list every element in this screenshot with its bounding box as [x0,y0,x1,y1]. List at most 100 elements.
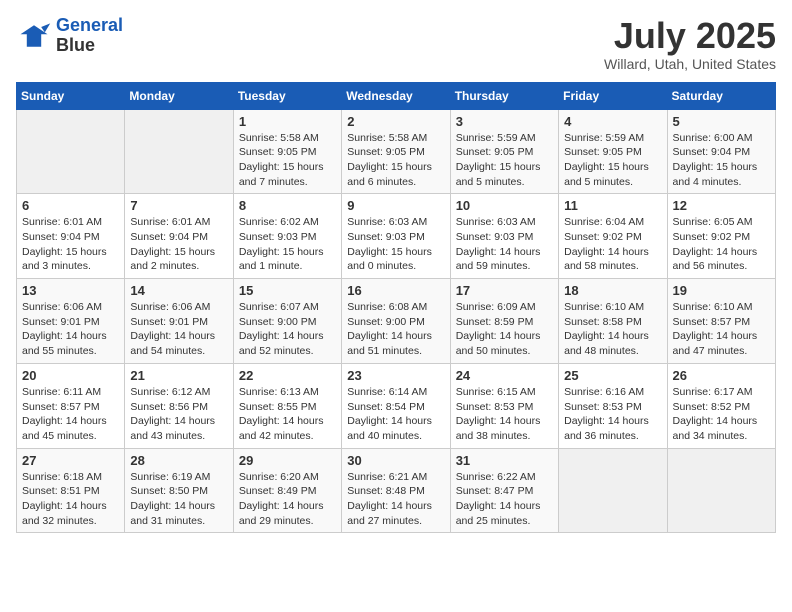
day-content: Sunrise: 6:19 AM Sunset: 8:50 PM Dayligh… [130,470,227,529]
day-number: 4 [564,114,661,129]
calendar-cell: 3Sunrise: 5:59 AM Sunset: 9:05 PM Daylig… [450,109,558,194]
day-content: Sunrise: 6:03 AM Sunset: 9:03 PM Dayligh… [456,215,553,274]
calendar-cell: 21 Sunrise: 6:12 AM Sunset: 8:56 PM Dayli… [125,363,233,448]
day-content: Sunrise: 6:07 AM Sunset: 9:00 PM Dayligh… [239,300,336,359]
day-number: 8 [239,198,336,213]
calendar-cell: 31Sunrise: 6:22 AM Sunset: 8:47 PM Dayli… [450,448,558,533]
day-number: 18 [564,283,661,298]
day-content: Sunrise: 6:10 AM Sunset: 8:57 PM Dayligh… [673,300,770,359]
day-number: 27 [22,453,119,468]
weekday-header: Thursday [450,82,558,109]
calendar-cell: 5 Sunrise: 6:00 AM Sunset: 9:04 PM Daylig… [667,109,775,194]
day-number: 3 [456,114,553,129]
calendar-cell: 24Sunrise: 6:15 AM Sunset: 8:53 PM Dayli… [450,363,558,448]
day-number: 16 [347,283,444,298]
day-number: 7 [130,198,227,213]
day-content: Sunrise: 6:06 AM Sunset: 9:01 PM Dayligh… [130,300,227,359]
day-content: Sunrise: 6:05 AM Sunset: 9:02 PM Dayligh… [673,215,770,274]
calendar-cell: 23 Sunrise: 6:14 AM Sunset: 8:54 PM Dayli… [342,363,450,448]
calendar-week-row: 27 Sunrise: 6:18 AM Sunset: 8:51 PM Dayli… [17,448,776,533]
day-number: 21 [130,368,227,383]
day-number: 22 [239,368,336,383]
day-content: Sunrise: 5:58 AM Sunset: 9:05 PM Dayligh… [347,131,444,190]
calendar-cell [559,448,667,533]
day-number: 11 [564,198,661,213]
day-number: 13 [22,283,119,298]
calendar-week-row: 13 Sunrise: 6:06 AM Sunset: 9:01 PM Dayli… [17,279,776,364]
day-number: 23 [347,368,444,383]
day-number: 9 [347,198,444,213]
calendar-cell: 13 Sunrise: 6:06 AM Sunset: 9:01 PM Dayli… [17,279,125,364]
calendar-week-row: 20 Sunrise: 6:11 AM Sunset: 8:57 PM Dayli… [17,363,776,448]
day-content: Sunrise: 6:03 AM Sunset: 9:03 PM Dayligh… [347,215,444,274]
day-content: Sunrise: 5:58 AM Sunset: 9:05 PM Dayligh… [239,131,336,190]
day-content: Sunrise: 6:06 AM Sunset: 9:01 PM Dayligh… [22,300,119,359]
calendar-cell: 22 Sunrise: 6:13 AM Sunset: 8:55 PM Dayli… [233,363,341,448]
calendar-cell: 11 Sunrise: 6:04 AM Sunset: 9:02 PM Dayli… [559,194,667,279]
weekday-header: Tuesday [233,82,341,109]
weekday-header: Wednesday [342,82,450,109]
calendar-cell: 16 Sunrise: 6:08 AM Sunset: 9:00 PM Dayli… [342,279,450,364]
calendar-cell [125,109,233,194]
calendar-cell: 8 Sunrise: 6:02 AM Sunset: 9:03 PM Daylig… [233,194,341,279]
calendar-cell: 9 Sunrise: 6:03 AM Sunset: 9:03 PM Daylig… [342,194,450,279]
day-number: 15 [239,283,336,298]
calendar-week-row: 6 Sunrise: 6:01 AM Sunset: 9:04 PM Daylig… [17,194,776,279]
day-number: 29 [239,453,336,468]
day-content: Sunrise: 6:21 AM Sunset: 8:48 PM Dayligh… [347,470,444,529]
title-block: July 2025 Willard, Utah, United States [604,16,776,72]
day-content: Sunrise: 6:11 AM Sunset: 8:57 PM Dayligh… [22,385,119,444]
calendar-cell: 30 Sunrise: 6:21 AM Sunset: 8:48 PM Dayli… [342,448,450,533]
day-content: Sunrise: 6:16 AM Sunset: 8:53 PM Dayligh… [564,385,661,444]
day-number: 6 [22,198,119,213]
day-number: 14 [130,283,227,298]
calendar-cell: 29 Sunrise: 6:20 AM Sunset: 8:49 PM Dayli… [233,448,341,533]
weekday-header-row: SundayMondayTuesdayWednesdayThursdayFrid… [17,82,776,109]
calendar-cell: 18 Sunrise: 6:10 AM Sunset: 8:58 PM Dayli… [559,279,667,364]
calendar-cell: 17Sunrise: 6:09 AM Sunset: 8:59 PM Dayli… [450,279,558,364]
day-number: 2 [347,114,444,129]
day-content: Sunrise: 6:10 AM Sunset: 8:58 PM Dayligh… [564,300,661,359]
day-content: Sunrise: 6:15 AM Sunset: 8:53 PM Dayligh… [456,385,553,444]
calendar-cell: 19Sunrise: 6:10 AM Sunset: 8:57 PM Dayli… [667,279,775,364]
day-number: 28 [130,453,227,468]
day-number: 10 [456,198,553,213]
day-number: 12 [673,198,770,213]
day-content: Sunrise: 6:01 AM Sunset: 9:04 PM Dayligh… [22,215,119,274]
month-year-title: July 2025 [604,16,776,56]
calendar-cell [667,448,775,533]
day-content: Sunrise: 6:18 AM Sunset: 8:51 PM Dayligh… [22,470,119,529]
day-content: Sunrise: 6:14 AM Sunset: 8:54 PM Dayligh… [347,385,444,444]
day-content: Sunrise: 6:12 AM Sunset: 8:56 PM Dayligh… [130,385,227,444]
day-number: 26 [673,368,770,383]
day-content: Sunrise: 6:09 AM Sunset: 8:59 PM Dayligh… [456,300,553,359]
calendar-cell: 4 Sunrise: 5:59 AM Sunset: 9:05 PM Daylig… [559,109,667,194]
day-number: 5 [673,114,770,129]
calendar-cell: 27 Sunrise: 6:18 AM Sunset: 8:51 PM Dayli… [17,448,125,533]
day-content: Sunrise: 6:00 AM Sunset: 9:04 PM Dayligh… [673,131,770,190]
calendar-cell: 26Sunrise: 6:17 AM Sunset: 8:52 PM Dayli… [667,363,775,448]
calendar-cell [17,109,125,194]
calendar-cell: 15 Sunrise: 6:07 AM Sunset: 9:00 PM Dayli… [233,279,341,364]
day-content: Sunrise: 6:01 AM Sunset: 9:04 PM Dayligh… [130,215,227,274]
calendar-cell: 2 Sunrise: 5:58 AM Sunset: 9:05 PM Daylig… [342,109,450,194]
calendar-table: SundayMondayTuesdayWednesdayThursdayFrid… [16,82,776,534]
calendar-cell: 6 Sunrise: 6:01 AM Sunset: 9:04 PM Daylig… [17,194,125,279]
calendar-cell: 1 Sunrise: 5:58 AM Sunset: 9:05 PM Daylig… [233,109,341,194]
day-number: 31 [456,453,553,468]
day-content: Sunrise: 6:04 AM Sunset: 9:02 PM Dayligh… [564,215,661,274]
weekday-header: Monday [125,82,233,109]
day-content: Sunrise: 6:20 AM Sunset: 8:49 PM Dayligh… [239,470,336,529]
weekday-header: Sunday [17,82,125,109]
day-content: Sunrise: 5:59 AM Sunset: 9:05 PM Dayligh… [564,131,661,190]
day-number: 1 [239,114,336,129]
day-content: Sunrise: 6:13 AM Sunset: 8:55 PM Dayligh… [239,385,336,444]
day-content: Sunrise: 6:08 AM Sunset: 9:00 PM Dayligh… [347,300,444,359]
calendar-week-row: 1 Sunrise: 5:58 AM Sunset: 9:05 PM Daylig… [17,109,776,194]
calendar-cell: 28 Sunrise: 6:19 AM Sunset: 8:50 PM Dayli… [125,448,233,533]
day-number: 30 [347,453,444,468]
calendar-cell: 14 Sunrise: 6:06 AM Sunset: 9:01 PM Dayli… [125,279,233,364]
day-content: Sunrise: 6:02 AM Sunset: 9:03 PM Dayligh… [239,215,336,274]
day-number: 20 [22,368,119,383]
logo-text: GeneralBlue [56,16,123,56]
